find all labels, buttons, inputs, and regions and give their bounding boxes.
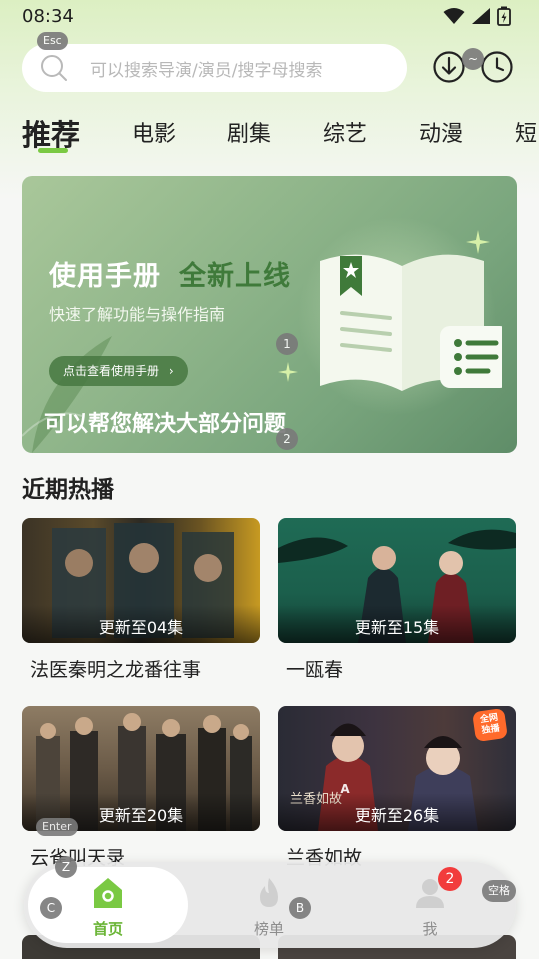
tilde-key-hint: ~ <box>462 48 484 70</box>
flame-icon <box>260 878 278 907</box>
section-title-recent: 近期热播 <box>22 477 114 503</box>
nav-label-home: 首页 <box>92 920 123 938</box>
sparkle-icon <box>466 230 490 254</box>
banner-title: 使用手册 <box>49 261 161 292</box>
search-placeholder: 可以搜索导演/演员/搜字母搜索 <box>90 60 323 81</box>
bottom-navigation: 首页 榜单 我 2 <box>24 862 516 948</box>
video-poster: 更新至20集 <box>22 706 260 831</box>
episode-label: 更新至15集 <box>278 605 516 643</box>
tab-anime[interactable]: 动漫 <box>419 116 463 148</box>
history-icon[interactable] <box>480 50 514 84</box>
video-poster: 更新至04集 <box>22 518 260 643</box>
a-key-hint: A <box>340 782 350 796</box>
exclusive-badge-text: 全网 独播 <box>479 712 501 737</box>
video-title: 法医秦明之龙番往事 <box>30 659 202 681</box>
nav-item-home[interactable]: 首页 <box>68 876 148 939</box>
banner-title-accent: 全新上线 <box>179 261 291 292</box>
episode-label: 更新至04集 <box>22 605 260 643</box>
b-key-hint: B <box>289 897 311 919</box>
status-bar: 08:34 <box>0 0 539 32</box>
episode-label: 更新至26集 <box>278 793 516 831</box>
enter-key-hint: Enter <box>36 818 78 836</box>
space-key-hint: 空格 <box>482 880 516 902</box>
search-input[interactable]: 可以搜索导演/演员/搜字母搜索 <box>22 44 407 92</box>
banner-key-hint-1: 1 <box>276 333 298 355</box>
tab-variety[interactable]: 综艺 <box>323 116 367 148</box>
nav-label-me: 我 <box>422 920 438 938</box>
banner-subtitle: 快速了解功能与操作指南 <box>49 305 226 324</box>
banner-key-hint-2: 2 <box>276 428 298 450</box>
tab-movies[interactable]: 电影 <box>132 116 176 148</box>
nav-label-ranking: 榜单 <box>253 920 284 938</box>
c-key-hint: C <box>40 897 62 919</box>
status-time: 08:34 <box>22 5 74 27</box>
video-card[interactable]: 更新至04集 法医秦明之龙番往事 <box>22 518 260 682</box>
video-poster: 兰香如故 全网 独播 更新至26集 <box>278 706 516 831</box>
download-icon[interactable] <box>432 50 466 84</box>
chevron-right-icon: › <box>168 364 174 378</box>
video-card[interactable]: 更新至20集 云雀叫天录 <box>22 706 260 870</box>
search-icon <box>41 55 67 81</box>
tab-short[interactable]: 短 <box>515 116 537 148</box>
home-icon <box>94 878 122 908</box>
view-manual-label: 点击查看使用手册 <box>63 364 160 378</box>
video-title: 一瓯春 <box>286 659 344 681</box>
sparkle-icon-small <box>278 362 298 382</box>
category-tabs: 推荐 电影 剧集 综艺 动漫 短 <box>0 108 539 158</box>
tab-series[interactable]: 剧集 <box>227 116 271 148</box>
notification-badge: 2 <box>438 867 462 891</box>
video-poster: 更新至15集 <box>278 518 516 643</box>
manual-banner[interactable]: 使用手册 全新上线 快速了解功能与操作指南 点击查看使用手册 › 可以帮您解决大… <box>22 176 517 453</box>
video-card[interactable]: 更新至15集 一瓯春 <box>278 518 516 682</box>
banner-footer-text: 可以帮您解决大部分问题 <box>44 412 287 437</box>
video-card[interactable]: 兰香如故 全网 独播 更新至26集 兰香如故 <box>278 706 516 870</box>
view-manual-button[interactable]: 点击查看使用手册 › <box>49 356 188 386</box>
signal-icon <box>472 8 490 24</box>
battery-icon <box>497 6 511 26</box>
tab-active-indicator <box>38 148 68 153</box>
status-icons <box>443 6 511 26</box>
z-key-hint: Z <box>55 856 77 878</box>
wifi-icon <box>443 8 465 24</box>
exclusive-badge: 全网 独播 <box>472 707 508 743</box>
esc-key-hint: Esc <box>37 32 68 50</box>
